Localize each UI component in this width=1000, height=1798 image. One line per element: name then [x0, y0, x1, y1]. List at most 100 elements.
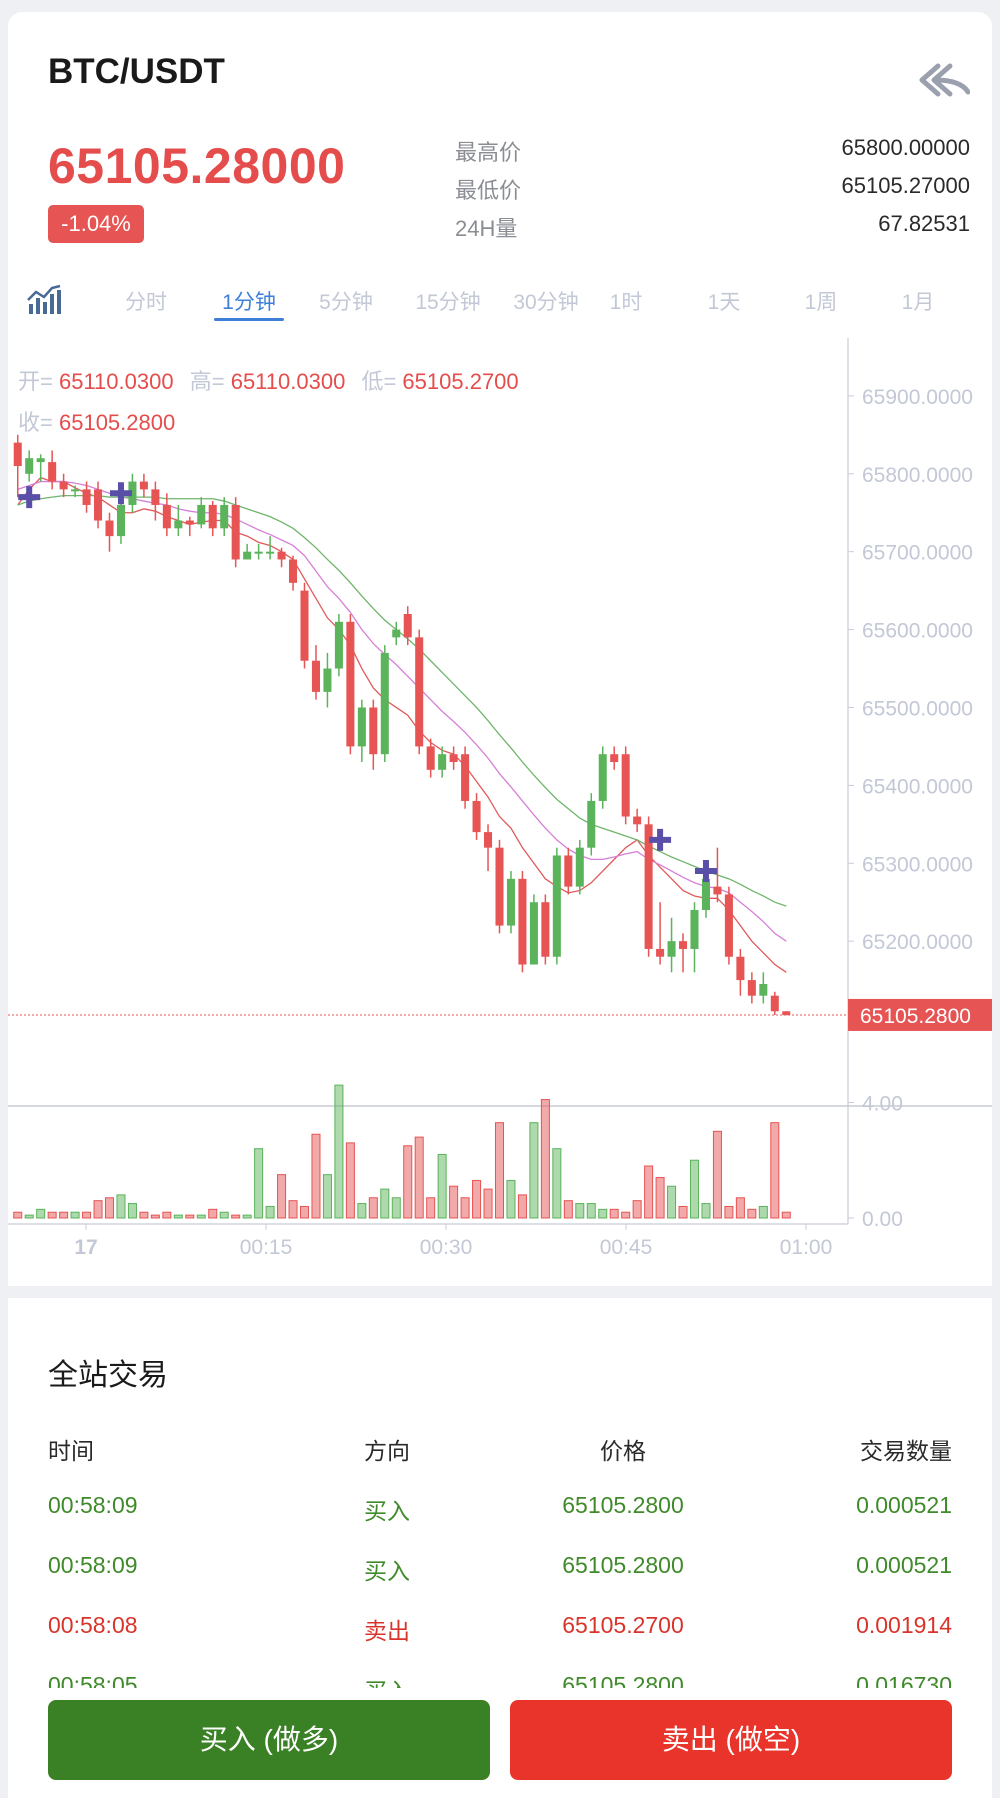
sell-short-button[interactable]: 卖出 (做空)	[510, 1700, 952, 1780]
candle-body	[747, 980, 756, 996]
candle-body	[243, 551, 252, 560]
candle-body	[724, 894, 733, 957]
volume-bar	[13, 1211, 23, 1219]
trade-price: 65105.2800	[562, 1492, 684, 1518]
candle	[36, 454, 45, 482]
active-tab-underline	[214, 318, 284, 321]
candle-body	[162, 504, 171, 529]
header-side: 方向	[364, 1438, 410, 1464]
candle	[552, 847, 561, 965]
stat-value: 65105.27000	[841, 173, 970, 198]
candle-body	[346, 621, 355, 747]
candle-body	[644, 824, 653, 949]
low-value: 65105.2700	[402, 369, 519, 394]
volume-bar	[426, 1197, 436, 1219]
volume-bar	[277, 1174, 287, 1219]
candle	[403, 606, 412, 646]
double-reply-arrow-icon[interactable]	[918, 62, 970, 98]
tab-15min[interactable]: 15分钟	[403, 286, 493, 316]
tab-1hour[interactable]: 1时	[581, 286, 671, 316]
cross-marker	[694, 860, 717, 883]
volume-bar	[414, 1136, 424, 1219]
open-label: 开=	[18, 369, 53, 394]
trade-qty: 0.016730	[856, 1672, 952, 1688]
tab-1min[interactable]: 1分钟	[204, 286, 294, 316]
buy-long-button[interactable]: 买入 (做多)	[48, 1700, 490, 1780]
volume-bar	[368, 1197, 378, 1219]
candle-body	[197, 504, 206, 525]
volume-bar	[196, 1214, 206, 1219]
candle	[105, 512, 114, 552]
cross-marker	[18, 486, 41, 509]
volume-bar	[24, 1214, 34, 1219]
tab-30min[interactable]: 30分钟	[501, 286, 591, 316]
candle-body	[334, 621, 343, 669]
price-tick-label: 65600.0000	[862, 620, 973, 643]
section-divider	[8, 1286, 992, 1298]
tab-1month[interactable]: 1月	[873, 286, 963, 316]
candle	[197, 497, 206, 529]
candlestick-chart[interactable]: 66000.000065900.000065800.000065700.0000…	[8, 338, 992, 1268]
candle-body	[208, 504, 217, 529]
candle-body	[759, 984, 768, 996]
candle-body	[266, 551, 275, 554]
candle	[25, 450, 34, 482]
tab-5min[interactable]: 5分钟	[301, 286, 391, 316]
candle-body	[300, 590, 309, 661]
candle-body	[736, 956, 745, 981]
ma-line	[17, 476, 787, 973]
candle	[185, 516, 194, 537]
candle-body	[461, 754, 470, 801]
header-qty: 交易数量	[860, 1438, 952, 1464]
trade-side: 买入	[364, 1558, 410, 1584]
volume-bar	[678, 1205, 688, 1219]
volume-bar	[116, 1194, 126, 1219]
ohlc-readout-line2: 收= 65105.2800	[18, 405, 185, 437]
volume-bar	[735, 1197, 745, 1219]
candle-body	[323, 668, 332, 692]
volume-bar	[563, 1200, 573, 1219]
volume-tick-label: 4.00	[862, 1092, 903, 1115]
stat-label: 最高价	[455, 140, 522, 165]
candle-body	[36, 458, 45, 463]
candle	[541, 894, 550, 965]
volume-bar	[299, 1205, 310, 1219]
time-tick-label: 00:30	[420, 1236, 473, 1259]
candle	[369, 699, 378, 770]
candle-body	[529, 902, 538, 965]
volume-bar	[265, 1205, 275, 1219]
tab-fenshi[interactable]: 分时	[101, 286, 191, 316]
volume-bar	[575, 1203, 585, 1219]
volume-bar	[208, 1208, 218, 1219]
candle-body	[415, 637, 424, 747]
tab-1week[interactable]: 1周	[776, 286, 866, 316]
candle	[449, 746, 458, 770]
candle-body	[621, 754, 630, 817]
last-price: 65105.28000	[48, 138, 346, 194]
volume-bar	[701, 1203, 711, 1219]
candle-body	[518, 878, 527, 965]
candle	[656, 902, 665, 965]
candle-body	[449, 754, 458, 762]
trades-list[interactable]: 时间 方向 价格 交易数量 00:58:09 买入 65105.2800 0.0…	[8, 1298, 992, 1688]
candle-body	[254, 551, 263, 554]
candle-body	[656, 948, 665, 957]
volume-bar	[380, 1188, 390, 1219]
tab-1day[interactable]: 1天	[679, 286, 769, 316]
candle-body	[598, 754, 607, 801]
candle	[713, 847, 722, 903]
candle-body	[139, 481, 148, 490]
candle	[48, 450, 57, 490]
candle-body	[679, 941, 688, 949]
trade-time: 00:58:05	[48, 1672, 138, 1688]
bar-chart-indicator-icon[interactable]	[26, 284, 62, 316]
high-value: 65110.0300	[230, 369, 346, 394]
candle-body	[552, 855, 561, 957]
price-tick-label: 65500.0000	[862, 697, 973, 720]
candle	[151, 481, 160, 521]
candle	[690, 902, 699, 973]
candle	[300, 582, 309, 669]
candle	[289, 555, 298, 591]
candle-body	[220, 504, 229, 529]
candle-body	[105, 520, 114, 537]
